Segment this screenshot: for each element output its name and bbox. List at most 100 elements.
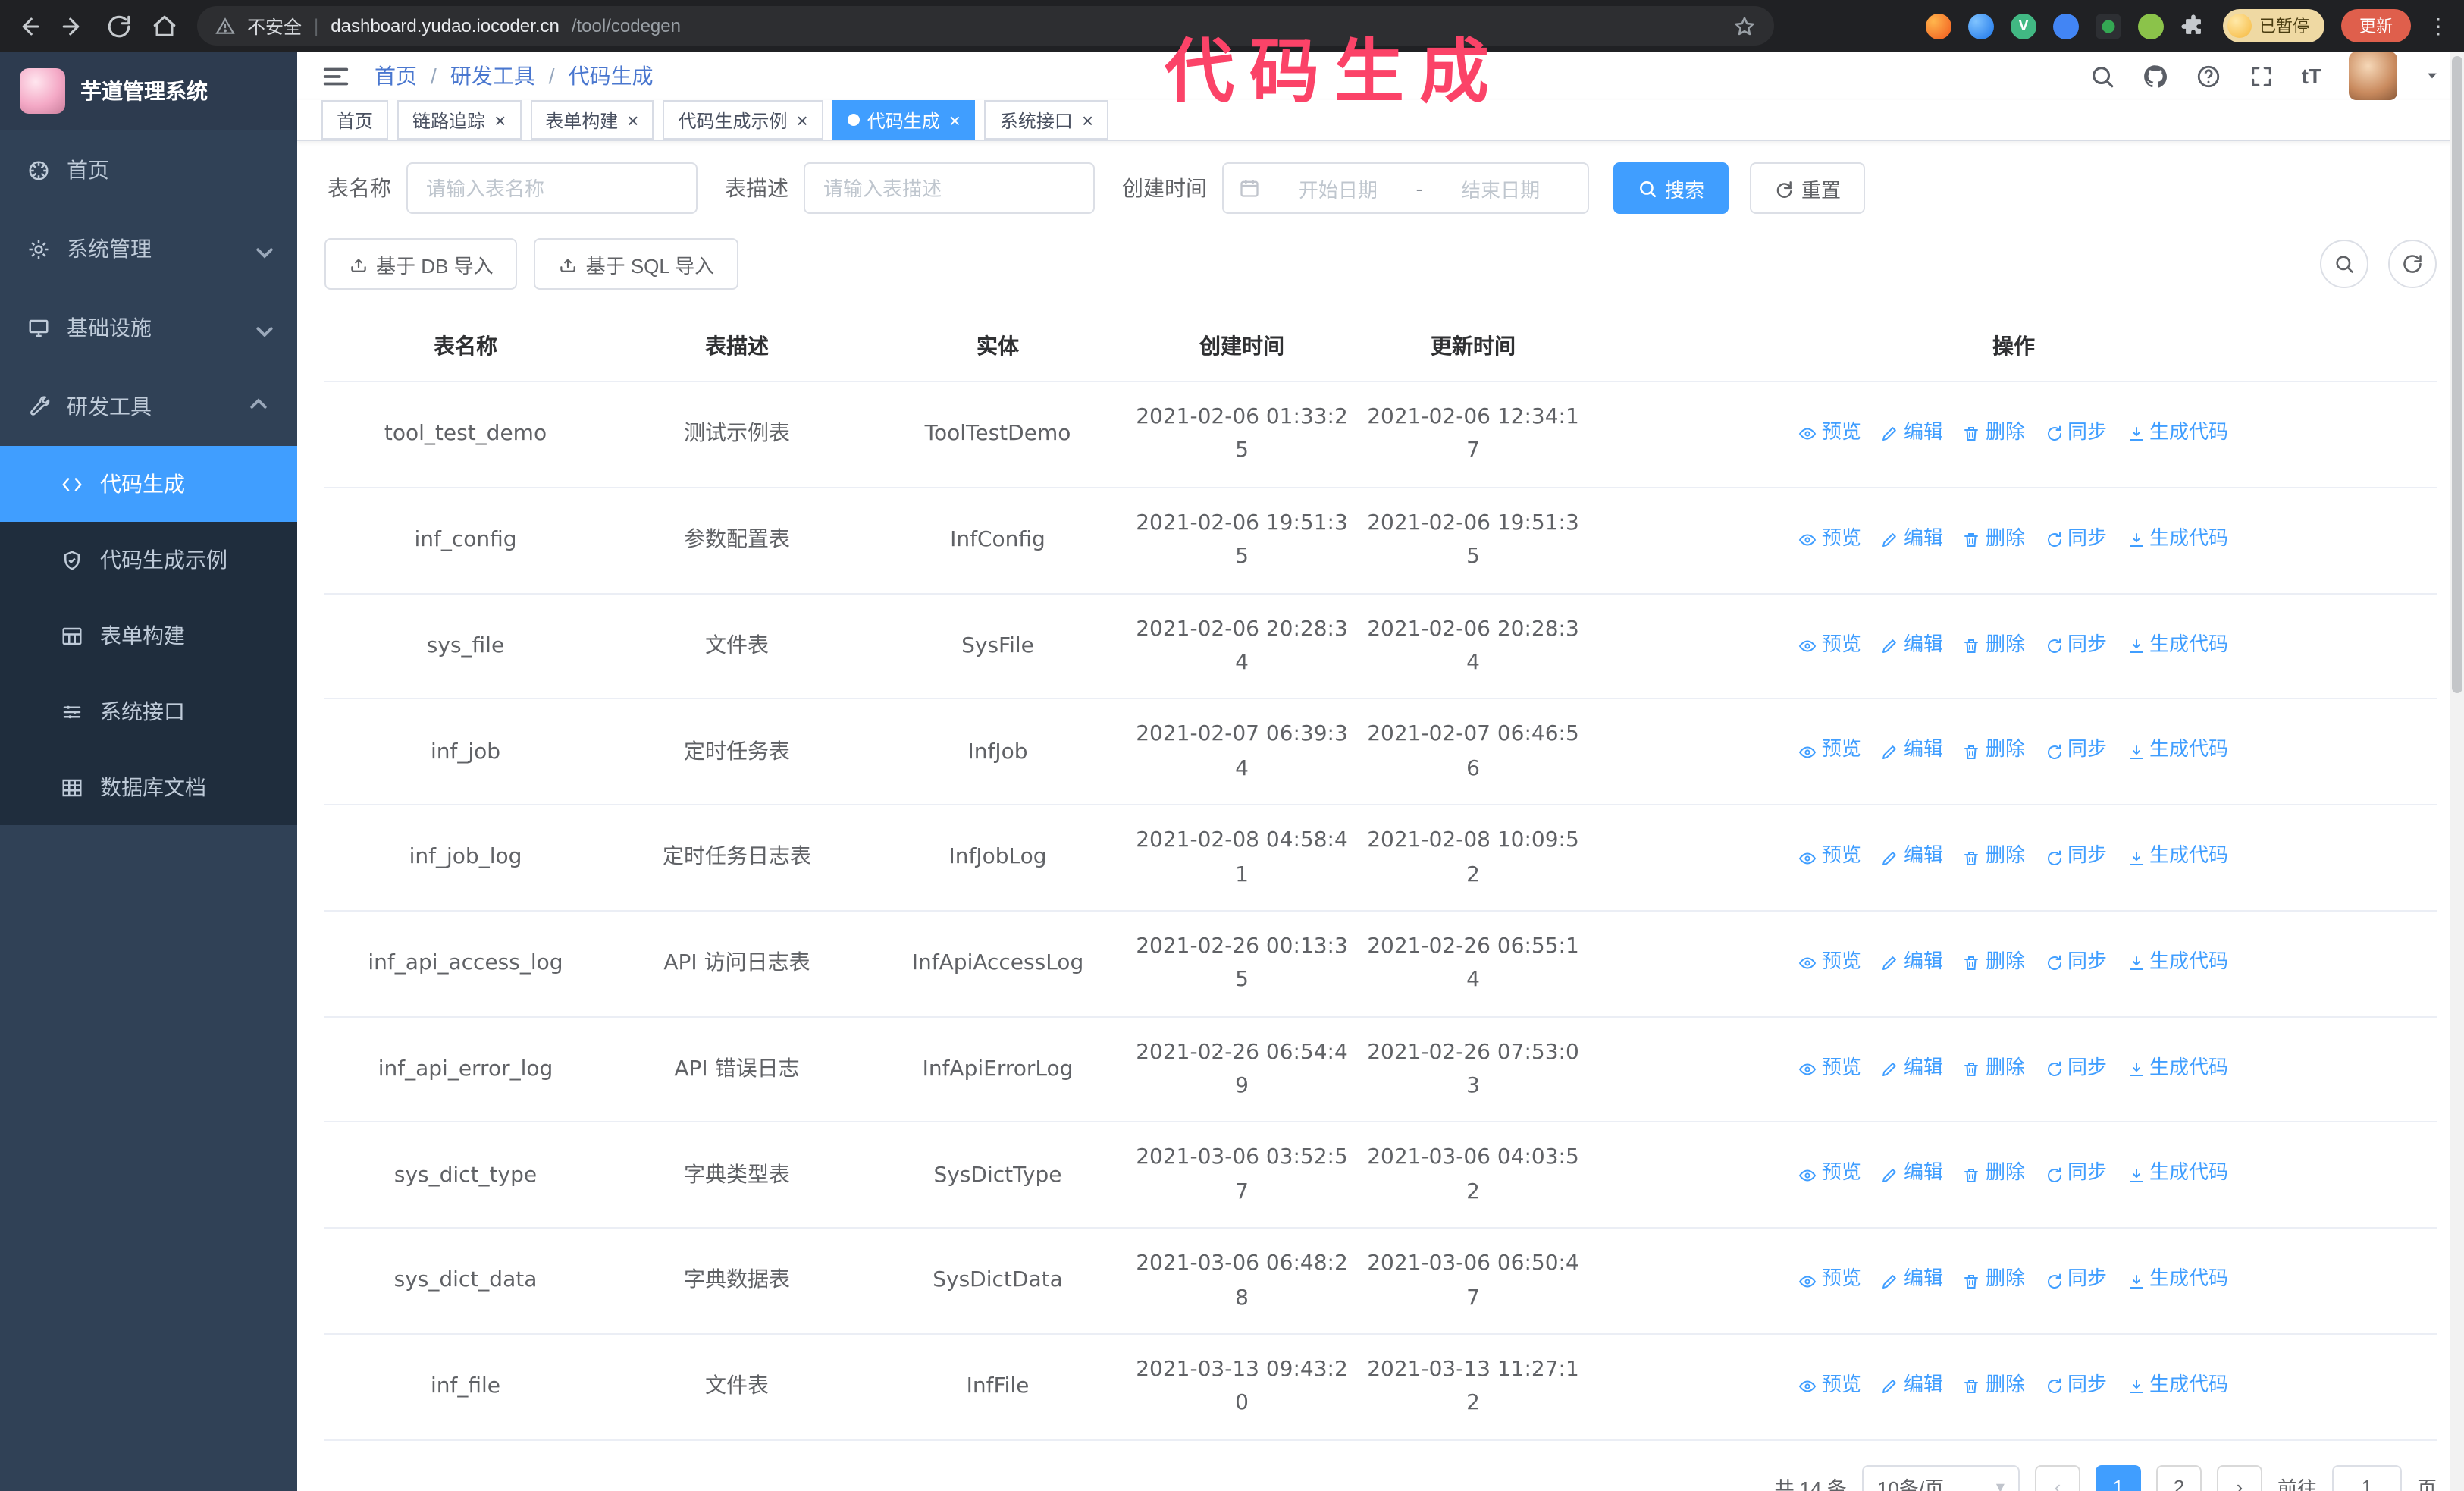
browser-menu-icon[interactable]: ⋮: [2428, 15, 2449, 36]
preview-link[interactable]: 预览: [1799, 736, 1861, 768]
edit-link[interactable]: 编辑: [1881, 1053, 1943, 1085]
tab[interactable]: 系统接口 ×: [984, 100, 1109, 140]
user-avatar[interactable]: [2349, 52, 2397, 100]
search-button[interactable]: 搜索: [1613, 162, 1729, 214]
sync-link[interactable]: 同步: [2045, 948, 2107, 980]
edit-link[interactable]: 编辑: [1881, 525, 1943, 557]
avatar-caret-icon[interactable]: [2425, 68, 2440, 83]
sync-link[interactable]: 同步: [2045, 630, 2107, 662]
delete-link[interactable]: 删除: [1963, 842, 2025, 874]
sidebar-item-codegen-example[interactable]: 代码生成示例: [0, 522, 297, 598]
security-warning-icon[interactable]: [215, 16, 235, 36]
sync-link[interactable]: 同步: [2045, 842, 2107, 874]
tab[interactable]: 表单构建 ×: [530, 100, 654, 140]
delete-link[interactable]: 删除: [1963, 948, 2025, 980]
date-end-placeholder[interactable]: 结束日期: [1428, 174, 1572, 202]
sync-link[interactable]: 同步: [2045, 419, 2107, 450]
generate-code-link[interactable]: 生成代码: [2127, 1371, 2228, 1403]
preview-link[interactable]: 预览: [1799, 1371, 1861, 1403]
generate-code-link[interactable]: 生成代码: [2127, 525, 2228, 557]
page-size-select[interactable]: 10条/页 ▾: [1861, 1464, 2020, 1491]
font-size-icon[interactable]: tT: [2302, 64, 2321, 88]
generate-code-link[interactable]: 生成代码: [2127, 630, 2228, 662]
extensions-puzzle-icon[interactable]: [2180, 13, 2206, 39]
sync-link[interactable]: 同步: [2045, 1053, 2107, 1085]
generate-code-link[interactable]: 生成代码: [2127, 1160, 2228, 1191]
generate-code-link[interactable]: 生成代码: [2127, 842, 2228, 874]
page-button-1[interactable]: 1: [2095, 1464, 2141, 1491]
tab[interactable]: 首页: [321, 100, 389, 140]
date-start-placeholder[interactable]: 开始日期: [1266, 174, 1410, 202]
refresh-table-button[interactable]: [2388, 240, 2437, 288]
vue-devtools-icon[interactable]: V: [2011, 13, 2036, 39]
tab-close-icon[interactable]: ×: [797, 110, 808, 130]
generate-code-link[interactable]: 生成代码: [2127, 1053, 2228, 1085]
delete-link[interactable]: 删除: [1963, 1160, 2025, 1191]
delete-link[interactable]: 删除: [1963, 630, 2025, 662]
edit-link[interactable]: 编辑: [1881, 842, 1943, 874]
delete-link[interactable]: 删除: [1963, 736, 2025, 768]
bookmark-star-icon[interactable]: [1733, 14, 1756, 37]
extension-people-icon[interactable]: [2053, 13, 2079, 39]
tab[interactable]: 链路追踪 ×: [397, 100, 522, 140]
search-icon[interactable]: [2089, 63, 2115, 89]
security-warning-label[interactable]: 不安全: [247, 13, 302, 39]
extension-drop-icon[interactable]: [1968, 13, 1994, 39]
tab-close-icon[interactable]: ×: [494, 110, 506, 130]
edit-link[interactable]: 编辑: [1881, 948, 1943, 980]
breadcrumb-devtools[interactable]: 研发工具: [450, 61, 535, 91]
edit-link[interactable]: 编辑: [1881, 736, 1943, 768]
tab-close-icon[interactable]: ×: [1082, 110, 1093, 130]
back-icon[interactable]: [15, 13, 41, 39]
home-icon[interactable]: [152, 13, 177, 39]
sidebar-item-home[interactable]: 首页: [0, 130, 297, 209]
prev-page-button[interactable]: ‹: [2034, 1464, 2080, 1491]
extension-leaf-icon[interactable]: [2138, 13, 2164, 39]
sidebar-item-form-builder[interactable]: 表单构建: [0, 598, 297, 673]
preview-link[interactable]: 预览: [1799, 1160, 1861, 1191]
preview-link[interactable]: 预览: [1799, 1265, 1861, 1297]
preview-link[interactable]: 预览: [1799, 842, 1861, 874]
sidebar-item-infra[interactable]: 基础设施: [0, 288, 297, 367]
preview-link[interactable]: 预览: [1799, 419, 1861, 450]
tab[interactable]: 代码生成 ×: [832, 100, 976, 140]
breadcrumb-home[interactable]: 首页: [375, 61, 417, 91]
delete-link[interactable]: 删除: [1963, 525, 2025, 557]
next-page-button[interactable]: ›: [2216, 1464, 2262, 1491]
extension-dark-icon[interactable]: [2096, 13, 2121, 39]
tab[interactable]: 代码生成示例 ×: [663, 100, 823, 140]
page-button-2[interactable]: 2: [2155, 1464, 2202, 1491]
scrollbar-thumb[interactable]: [2452, 56, 2462, 693]
extension-fox-icon[interactable]: [1926, 13, 1951, 39]
sync-link[interactable]: 同步: [2045, 1265, 2107, 1297]
sidebar-collapse-icon[interactable]: [321, 61, 350, 90]
sidebar-logo[interactable]: 芋道管理系统: [0, 52, 297, 130]
sidebar-item-system[interactable]: 系统管理: [0, 209, 297, 288]
preview-link[interactable]: 预览: [1799, 1053, 1861, 1085]
browser-update-button[interactable]: 更新: [2341, 9, 2411, 42]
sync-link[interactable]: 同步: [2045, 1371, 2107, 1403]
edit-link[interactable]: 编辑: [1881, 1371, 1943, 1403]
delete-link[interactable]: 删除: [1963, 1265, 2025, 1297]
preview-link[interactable]: 预览: [1799, 948, 1861, 980]
sync-link[interactable]: 同步: [2045, 525, 2107, 557]
github-icon[interactable]: [2143, 63, 2168, 89]
tab-close-icon[interactable]: ×: [949, 110, 961, 130]
preview-link[interactable]: 预览: [1799, 525, 1861, 557]
reload-icon[interactable]: [106, 13, 132, 39]
generate-code-link[interactable]: 生成代码: [2127, 736, 2228, 768]
help-icon[interactable]: [2196, 63, 2221, 89]
scrollbar-track[interactable]: [2450, 52, 2464, 1491]
address-bar[interactable]: 不安全 | dashboard.yudao.iocoder.cn/tool/co…: [197, 6, 1774, 46]
sync-link[interactable]: 同步: [2045, 736, 2107, 768]
import-db-button[interactable]: 基于 DB 导入: [324, 238, 518, 290]
goto-page-input[interactable]: [2331, 1464, 2402, 1491]
sidebar-item-db-docs[interactable]: 数据库文档: [0, 749, 297, 825]
generate-code-link[interactable]: 生成代码: [2127, 1265, 2228, 1297]
tab-close-icon[interactable]: ×: [627, 110, 638, 130]
sidebar-item-codegen[interactable]: 代码生成: [0, 446, 297, 522]
generate-code-link[interactable]: 生成代码: [2127, 419, 2228, 450]
edit-link[interactable]: 编辑: [1881, 630, 1943, 662]
delete-link[interactable]: 删除: [1963, 1371, 2025, 1403]
edit-link[interactable]: 编辑: [1881, 419, 1943, 450]
